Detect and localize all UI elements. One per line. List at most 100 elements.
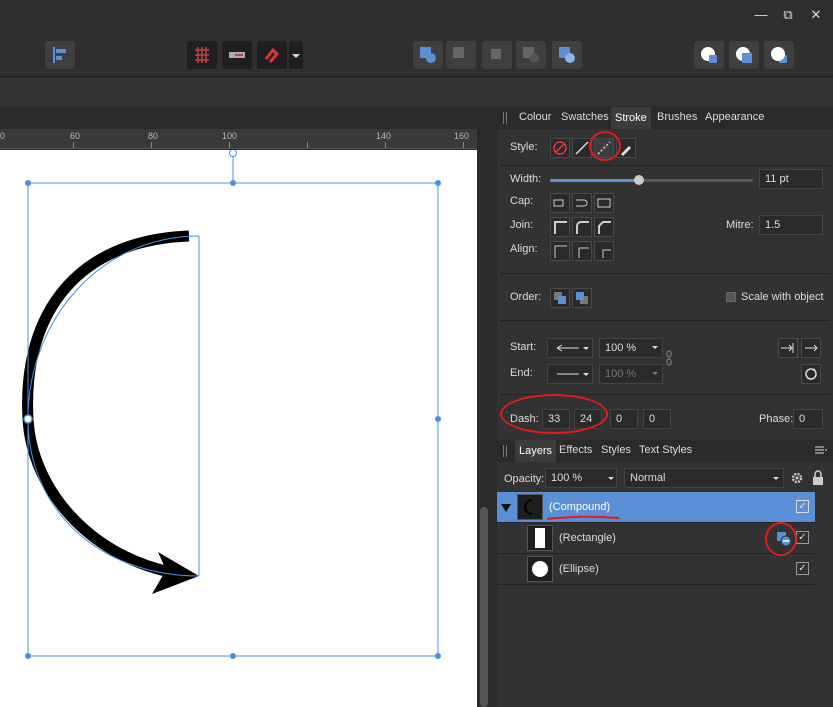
gap-field-2[interactable]: 0 — [643, 409, 671, 429]
width-field[interactable]: 11 pt — [759, 169, 823, 189]
start-arrow-select[interactable] — [547, 338, 593, 358]
no-stroke-icon — [553, 141, 567, 155]
dash-field-2[interactable]: 0 — [610, 409, 638, 429]
bring-front-icon — [701, 47, 717, 63]
panel-grip-icon[interactable] — [503, 112, 507, 124]
width-slider-knob[interactable] — [634, 175, 645, 185]
layer-name: (Rectangle) — [559, 532, 616, 544]
order-label: Order: — [510, 291, 542, 303]
blend-mode-select[interactable]: Normal — [624, 468, 784, 488]
tab-stroke[interactable]: Stroke — [611, 107, 651, 129]
annotation-circle-style — [589, 131, 621, 161]
triangle-expand-icon[interactable] — [500, 502, 512, 514]
chevron-down-icon — [608, 477, 614, 480]
ruler-label: 160 — [454, 131, 470, 141]
snap-grid-button[interactable] — [187, 41, 217, 69]
boolean-intersect-button[interactable] — [482, 41, 512, 69]
arrow-outside-icon — [805, 344, 818, 352]
arrow-left-icon — [556, 344, 589, 352]
minimize-button[interactable]: — — [750, 6, 772, 24]
arc-stroke-shape — [22, 230, 190, 578]
link-chain-icon[interactable] — [666, 350, 672, 366]
join-round-icon — [576, 221, 589, 234]
annotation-underline — [546, 515, 620, 520]
align-inside-icon — [554, 245, 567, 258]
cap-round-icon — [576, 199, 588, 207]
tab-appearance[interactable]: Appearance — [705, 111, 764, 123]
gear-icon[interactable] — [789, 470, 805, 486]
tab-styles[interactable]: Styles — [601, 444, 631, 456]
front-button[interactable] — [694, 41, 724, 69]
layer-visibility-checkbox[interactable]: ✓ — [796, 500, 809, 513]
arc-thumb-icon — [524, 499, 533, 515]
annotation-circle-dash — [500, 394, 608, 434]
canvas-area: 0 60 80 100 140 160 — [0, 107, 495, 707]
style-none-button[interactable] — [550, 138, 570, 158]
toolbar — [0, 33, 833, 77]
end-arrow-select[interactable] — [547, 364, 593, 384]
selection-handles — [25, 180, 441, 659]
order-front-button[interactable] — [572, 288, 592, 308]
order-behind-button[interactable] — [550, 288, 570, 308]
arrow-position-outside-button[interactable] — [801, 338, 821, 358]
layer-visibility-checkbox[interactable]: ✓ — [796, 531, 809, 544]
boolean-divide-button[interactable] — [552, 41, 582, 69]
cap-butt-button[interactable] — [550, 193, 570, 213]
tab-colour[interactable]: Colour — [519, 111, 551, 123]
boolean-subtract-button[interactable] — [446, 41, 476, 69]
align-center-button[interactable] — [572, 241, 592, 261]
scale-label: Scale with object — [741, 291, 824, 303]
tab-swatches[interactable]: Swatches — [561, 111, 609, 123]
document-canvas[interactable] — [0, 150, 477, 707]
layer-visibility-checkbox[interactable]: ✓ — [796, 562, 809, 575]
boolean-add-button[interactable] — [413, 41, 443, 69]
panel-menu-icon[interactable] — [815, 446, 827, 456]
swap-arrows-button[interactable] — [801, 364, 821, 384]
scale-checkbox[interactable] — [726, 292, 736, 302]
forward-button[interactable] — [729, 41, 759, 69]
panel-grip-icon[interactable] — [503, 445, 507, 457]
ruler-label: 100 — [222, 131, 238, 141]
style-label: Style: — [510, 141, 538, 153]
vertical-scrollbar[interactable] — [480, 507, 488, 707]
boolean-xor-button[interactable] — [516, 41, 546, 69]
align-inside-button[interactable] — [550, 241, 570, 261]
layer-row-ellipse[interactable]: (Ellipse) ✓ — [497, 554, 815, 585]
snap-bounds-button[interactable] — [222, 41, 252, 69]
cap-square-icon — [597, 198, 611, 208]
join-miter-icon — [554, 221, 567, 234]
boolean-divide-icon — [559, 47, 575, 63]
align-outside-button[interactable] — [594, 241, 614, 261]
join-miter-button[interactable] — [550, 217, 570, 237]
tab-brushes[interactable]: Brushes — [657, 111, 697, 123]
join-bevel-button[interactable] — [594, 217, 614, 237]
width-slider-track[interactable] — [550, 175, 753, 185]
layer-name: (Ellipse) — [559, 563, 599, 575]
boolean-intersect-icon — [491, 49, 501, 59]
arrow-position-inside-button[interactable] — [778, 338, 798, 358]
back-button[interactable] — [764, 41, 794, 69]
join-round-button[interactable] — [572, 217, 592, 237]
lock-icon[interactable] — [812, 470, 824, 486]
line-plain-icon — [557, 373, 589, 376]
compound-path-outline — [27, 235, 200, 577]
close-button[interactable]: ✕ — [805, 6, 827, 24]
cap-label: Cap: — [510, 195, 534, 207]
snapping-magnet-button[interactable] — [257, 41, 287, 69]
tab-text-styles[interactable]: Text Styles — [639, 444, 692, 456]
bring-forward-icon — [736, 47, 752, 63]
snapping-dropdown[interactable] — [289, 41, 303, 69]
cap-square-button[interactable] — [594, 193, 614, 213]
tab-effects[interactable]: Effects — [559, 444, 592, 456]
chevron-down-icon — [652, 346, 658, 349]
tab-layers[interactable]: Layers — [515, 440, 557, 462]
restore-button[interactable]: ⧉ — [777, 6, 799, 24]
align-center-icon — [578, 247, 589, 258]
boolean-xor-icon — [523, 47, 539, 63]
node-handle — [23, 414, 33, 424]
mitre-field[interactable]: 1.5 — [759, 215, 823, 235]
phase-field[interactable]: 0 — [793, 409, 823, 429]
cap-round-button[interactable] — [572, 193, 592, 213]
align-left-icon — [53, 47, 66, 63]
align-button[interactable] — [45, 41, 75, 69]
